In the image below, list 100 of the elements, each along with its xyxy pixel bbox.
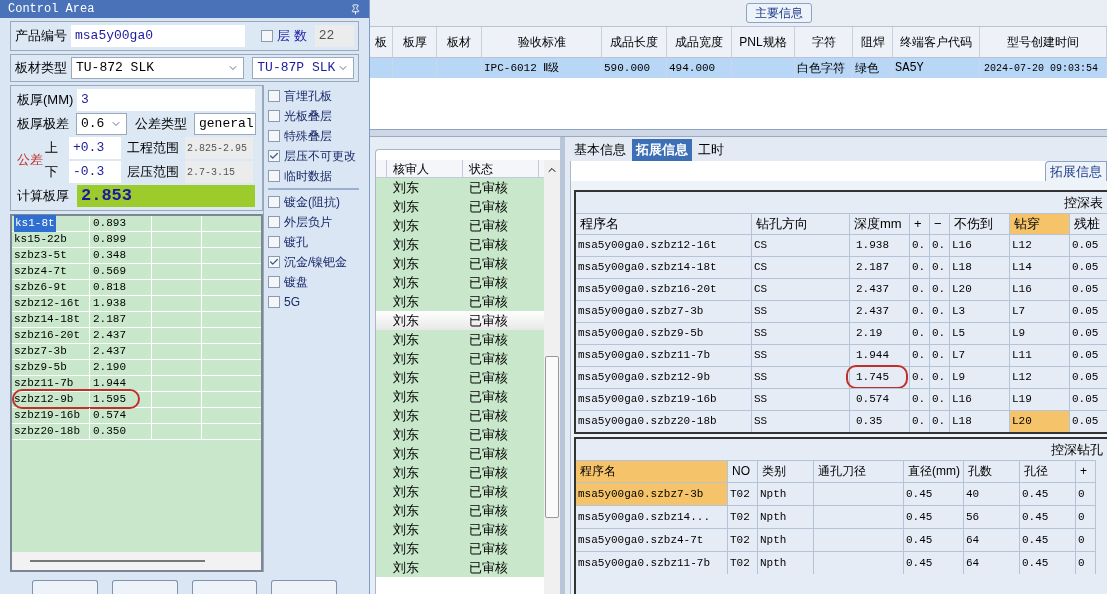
pin-icon[interactable] <box>350 3 361 15</box>
layer-name[interactable]: szbz12-16t <box>14 295 80 312</box>
layer-name[interactable]: szbz4-7t <box>14 263 67 280</box>
list-row[interactable]: 刘东 已审核 <box>376 254 544 273</box>
cut-off-button[interactable] <box>271 580 337 594</box>
layer-name[interactable]: ks1-8t <box>14 215 56 232</box>
horizontal-scrollbar[interactable] <box>12 552 261 570</box>
list-row[interactable]: 刘东 已审核 <box>376 235 544 254</box>
vertical-scrollbar[interactable] <box>544 160 560 594</box>
tolerance-type-select[interactable]: general <box>194 113 256 135</box>
splitter-bar[interactable] <box>370 130 1107 137</box>
layer-name[interactable]: szbz14-18t <box>14 311 80 328</box>
list-row[interactable]: 刘东 已审核 <box>376 273 544 292</box>
layer-name[interactable]: szbz11-7b <box>14 375 74 392</box>
calculated-thickness-field[interactable]: 2.853 <box>77 185 255 207</box>
list-row[interactable]: 刘东 已审核 <box>376 501 544 520</box>
range-field[interactable]: 2.825-2.95 <box>185 137 253 159</box>
layer-name[interactable]: ks15-22b <box>14 231 67 248</box>
list-row[interactable]: 刘东 已审核 <box>376 558 544 577</box>
lower-tolerance-field[interactable]: -0.3 <box>69 161 121 183</box>
column-header[interactable]: 阻焊 <box>853 27 893 57</box>
list-row[interactable]: 刘东 已审核 <box>376 311 544 330</box>
checkbox[interactable] <box>268 256 280 268</box>
column-header[interactable]: 程序名 <box>576 460 728 482</box>
upper-tolerance-field[interactable]: +0.3 <box>69 137 121 159</box>
checkbox[interactable] <box>268 196 280 208</box>
checkbox[interactable] <box>268 236 280 248</box>
column-header[interactable]: 程序名 <box>576 213 752 234</box>
list-row[interactable]: 刘东 已审核 <box>376 292 544 311</box>
column-header[interactable]: 状态 <box>463 160 539 177</box>
list-row[interactable]: 刘东 已审核 <box>376 482 544 501</box>
list-row[interactable]: 刘东 已审核 <box>376 178 544 197</box>
layer-name[interactable]: szbz3-5t <box>14 247 67 264</box>
layer-name[interactable]: szbz20-18b <box>14 423 80 440</box>
layer-name[interactable]: szbz6-9t <box>14 279 67 296</box>
column-header[interactable]: 钻穿 <box>1010 213 1070 234</box>
checkbox[interactable] <box>268 130 280 142</box>
material-select[interactable]: TU-87P SLK <box>252 57 354 79</box>
list-row[interactable]: 刘东 已审核 <box>376 463 544 482</box>
list-row[interactable]: 刘东 已审核 <box>376 539 544 558</box>
checkbox[interactable] <box>268 276 280 288</box>
tab[interactable]: 工时 <box>694 139 728 161</box>
column-header[interactable]: 孔数 <box>964 460 1020 482</box>
checkbox[interactable] <box>268 170 280 182</box>
tab[interactable]: 基本信息 <box>570 139 630 161</box>
column-header[interactable]: 字符 <box>795 27 853 57</box>
column-header[interactable]: 成品长度 <box>602 27 667 57</box>
checkbox[interactable] <box>268 90 280 102</box>
tab[interactable]: 拓展信息 <box>632 139 692 161</box>
list-row[interactable]: 刘东 已审核 <box>376 425 544 444</box>
column-header[interactable]: − <box>930 213 950 234</box>
scrollbar-thumb[interactable] <box>545 356 559 518</box>
column-header[interactable]: 终端客户代码 <box>893 27 980 57</box>
layer-name[interactable]: szbz16-20t <box>14 327 80 344</box>
column-header[interactable]: 深度mm <box>850 213 910 234</box>
checkbox[interactable] <box>268 216 280 228</box>
column-header[interactable]: 验收标准 <box>482 27 602 57</box>
list-row[interactable]: 刘东 已审核 <box>376 349 544 368</box>
column-header[interactable]: NO <box>728 460 758 482</box>
list-row[interactable]: 刘东 已审核 <box>376 444 544 463</box>
list-row[interactable]: 刘东 已审核 <box>376 406 544 425</box>
column-header[interactable]: 直径(mm) <box>904 460 964 482</box>
column-header[interactable]: 钻孔方向 <box>752 213 850 234</box>
column-header[interactable]: 成品宽度 <box>667 27 732 57</box>
column-header[interactable]: 板厚 <box>393 27 437 57</box>
layer-name[interactable]: szbz12-9b <box>14 391 74 408</box>
column-header[interactable]: 通孔刀径 <box>814 460 904 482</box>
checkbox[interactable] <box>261 30 274 42</box>
column-header[interactable]: 板材 <box>437 27 482 57</box>
column-header[interactable]: 核审人 <box>387 160 463 177</box>
checkbox[interactable] <box>268 110 280 122</box>
list-row[interactable]: 刘东 已审核 <box>376 197 544 216</box>
thickness-field[interactable]: 3 <box>77 89 255 111</box>
layer-count-field[interactable]: 22 <box>314 25 354 47</box>
list-row[interactable]: 刘东 已审核 <box>376 216 544 235</box>
cut-off-button[interactable] <box>32 580 98 594</box>
layer-name[interactable]: szbz19-16b <box>14 407 80 424</box>
product-number-field[interactable]: msa5y00ga0 <box>71 25 246 47</box>
layer-name[interactable]: szbz9-5b <box>14 359 67 376</box>
list-row[interactable]: 刘东 已审核 <box>376 368 544 387</box>
material-select[interactable]: TU-872 SLK <box>71 57 245 79</box>
table-row[interactable]: IPC-6012 Ⅱ级 590.000 494.000 白色字符 绿色 SA5Y 2024-07-20 09:03:54 <box>370 58 1107 78</box>
column-header[interactable]: PNL规格 <box>732 27 795 57</box>
list-row[interactable]: 刘东 已审核 <box>376 387 544 406</box>
column-header[interactable]: 不伤到 <box>950 213 1010 234</box>
column-header[interactable]: + <box>910 213 930 234</box>
checkbox[interactable] <box>268 150 280 162</box>
column-header[interactable]: 板 <box>370 27 393 57</box>
cut-off-button[interactable] <box>111 580 178 594</box>
column-header[interactable]: 孔径 <box>1020 460 1076 482</box>
column-header[interactable]: 类别 <box>758 460 814 482</box>
layer-name[interactable]: szbz7-3b <box>14 343 67 360</box>
cut-off-button[interactable] <box>191 580 258 594</box>
column-header[interactable]: 型号创建时间 <box>980 27 1107 57</box>
range-field[interactable]: 2.7-3.15 <box>185 161 253 183</box>
checkbox[interactable] <box>268 296 280 308</box>
list-row[interactable]: 刘东 已审核 <box>376 520 544 539</box>
tolerance-select[interactable]: 0.6 <box>75 113 128 135</box>
list-row[interactable]: 刘东 已审核 <box>376 330 544 349</box>
column-header[interactable]: + <box>1076 460 1096 482</box>
